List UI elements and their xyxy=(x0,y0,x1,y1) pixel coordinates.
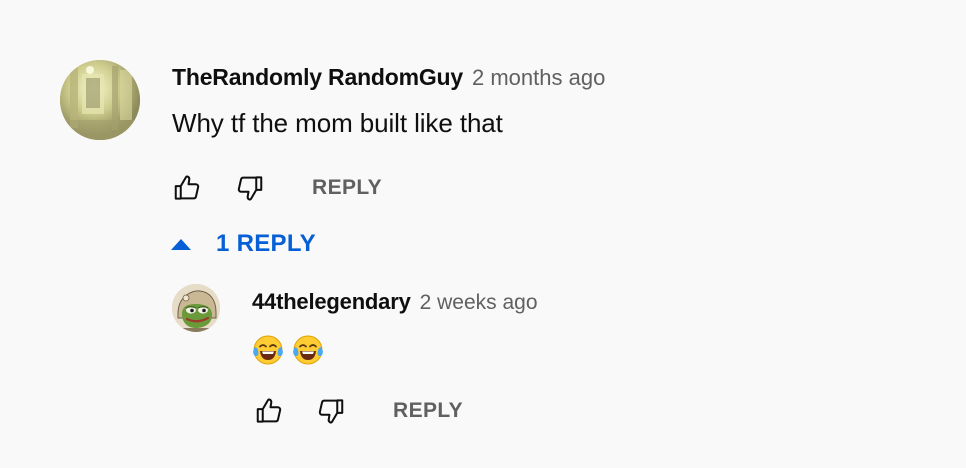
replies-toggle-label: 1 REPLY xyxy=(216,230,316,257)
reply-reply-button[interactable]: REPLY xyxy=(393,399,463,423)
like-button[interactable] xyxy=(170,171,204,205)
commenter-avatar[interactable] xyxy=(60,60,140,140)
caret-up-icon xyxy=(170,237,192,251)
hallway-photo-icon xyxy=(60,60,140,140)
comment-author[interactable]: TheRandomly RandomGuy xyxy=(172,64,463,91)
pepe-frog-icon xyxy=(172,284,220,332)
thumbs-down-icon xyxy=(318,399,344,424)
replies-toggle[interactable]: 1 REPLY xyxy=(170,226,316,262)
reply-author[interactable]: 44thelegendary xyxy=(252,289,411,315)
reply-author-avatar[interactable] xyxy=(172,284,220,332)
reply-like-button[interactable] xyxy=(252,394,286,428)
thumbs-up-icon xyxy=(174,175,200,200)
comment-header: TheRandomly RandomGuy 2 months ago xyxy=(172,64,605,96)
face-with-tears-of-joy-icon xyxy=(293,335,323,365)
comment-text: Why tf the mom built like that xyxy=(172,108,503,138)
reply-button[interactable]: REPLY xyxy=(312,176,382,200)
reply-text xyxy=(252,333,324,367)
reply-header: 44thelegendary 2 weeks ago xyxy=(252,289,538,319)
dislike-button[interactable] xyxy=(233,171,267,205)
comment-timestamp[interactable]: 2 months ago xyxy=(472,65,605,91)
reply-action-bar: REPLY xyxy=(252,393,463,429)
thumbs-down-icon xyxy=(237,176,263,201)
reply-timestamp[interactable]: 2 weeks ago xyxy=(420,291,538,315)
thumbs-up-icon xyxy=(256,398,282,423)
comment-action-bar: REPLY xyxy=(172,170,382,206)
face-with-tears-of-joy-icon xyxy=(253,335,283,365)
comment-thread: TheRandomly RandomGuy 2 months ago Why t… xyxy=(0,0,966,468)
reply-dislike-button[interactable] xyxy=(314,394,348,428)
